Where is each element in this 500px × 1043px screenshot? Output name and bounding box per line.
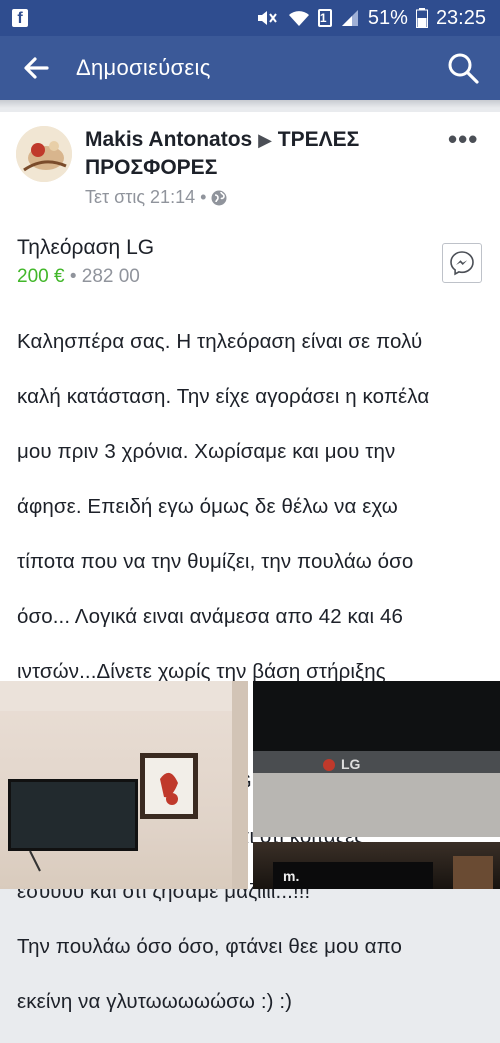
post-meta: Τετ στις 21:14 •	[85, 187, 227, 208]
post-line: τίποτα που να την θυμίζει, την πουλάω όσ…	[17, 549, 414, 573]
meta-dot: •	[200, 187, 207, 207]
app-bar: Δημοσιεύσεις	[0, 36, 500, 100]
post-photo-lg-closeup[interactable]: LG	[253, 681, 500, 837]
signal-icon	[340, 8, 360, 28]
tv-brand-label: LG	[341, 756, 361, 772]
arrow-separator: ▶	[258, 130, 272, 150]
post-photo-wall-tv[interactable]	[0, 681, 248, 889]
meta-dot: •	[69, 266, 82, 287]
battery-percentage: 51%	[367, 6, 408, 29]
facebook-icon: f	[12, 9, 28, 27]
post-line: καλή κατάσταση. Την είχε αγοράσει η κοπέ…	[17, 384, 430, 408]
post-line: εκείνη να γλυτωωωωώσω :) :)	[17, 989, 293, 1013]
app-bar-shadow	[0, 100, 500, 108]
back-button[interactable]	[10, 36, 62, 100]
wifi-icon	[288, 8, 310, 28]
globe-icon	[211, 190, 227, 205]
search-button[interactable]	[438, 36, 488, 100]
product-title: Τηλεόραση LG	[17, 236, 155, 259]
clock: 23:25	[435, 6, 486, 29]
status-bar: f 1 51% 23:25	[0, 0, 500, 36]
post-photo-more[interactable]: m.	[253, 842, 500, 889]
more-dots-icon[interactable]: •••	[448, 124, 478, 155]
page-title: Δημοσιεύσεις	[76, 55, 211, 80]
price-row: 200 € • 282 00	[17, 266, 140, 288]
post-line: Καλησπέρα σας. Η τηλεόραση είναι σε πολύ	[17, 329, 423, 353]
avatar[interactable]	[16, 126, 72, 182]
timestamp[interactable]: Τετ στις 21:14	[85, 187, 195, 208]
sim-icon: 1	[317, 9, 332, 27]
post-line: Την πουλάω όσο όσο, φτάνει θεε μου απο	[17, 934, 403, 958]
post-line: άφησε. Επειδή εγω όμως δε θέλω να εχω	[17, 494, 398, 518]
message-seller-button[interactable]	[442, 243, 482, 283]
battery-icon	[415, 8, 428, 28]
mute-icon	[256, 8, 280, 28]
post-line: όσο... Λογικά ειναι ανάμεσα απο 42 και 4…	[17, 604, 404, 628]
messenger-icon	[450, 251, 474, 276]
old-price: 282 00	[81, 266, 140, 287]
post-body: Καλησπέρα σας. Η τηλεόραση είναι σε πολύ…	[17, 300, 487, 1043]
post-card: Makis Antonatos ▶ ΤΡΕΛΕΣ ΠΡΟΣΦΟΡΕΣ ••• Τ…	[0, 112, 500, 1013]
photo-corner-label: m.	[283, 868, 300, 884]
author-name[interactable]: Makis Antonatos	[85, 128, 252, 151]
price: 200 €	[17, 266, 65, 287]
back-arrow-icon	[24, 57, 49, 79]
post-line: μου πριν 3 χρόνια. Χωρίσαμε και μου την	[17, 439, 396, 463]
post-header: Makis Antonatos ▶ ΤΡΕΛΕΣ ΠΡΟΣΦΟΡΕΣ	[85, 126, 435, 181]
search-icon	[448, 53, 479, 84]
